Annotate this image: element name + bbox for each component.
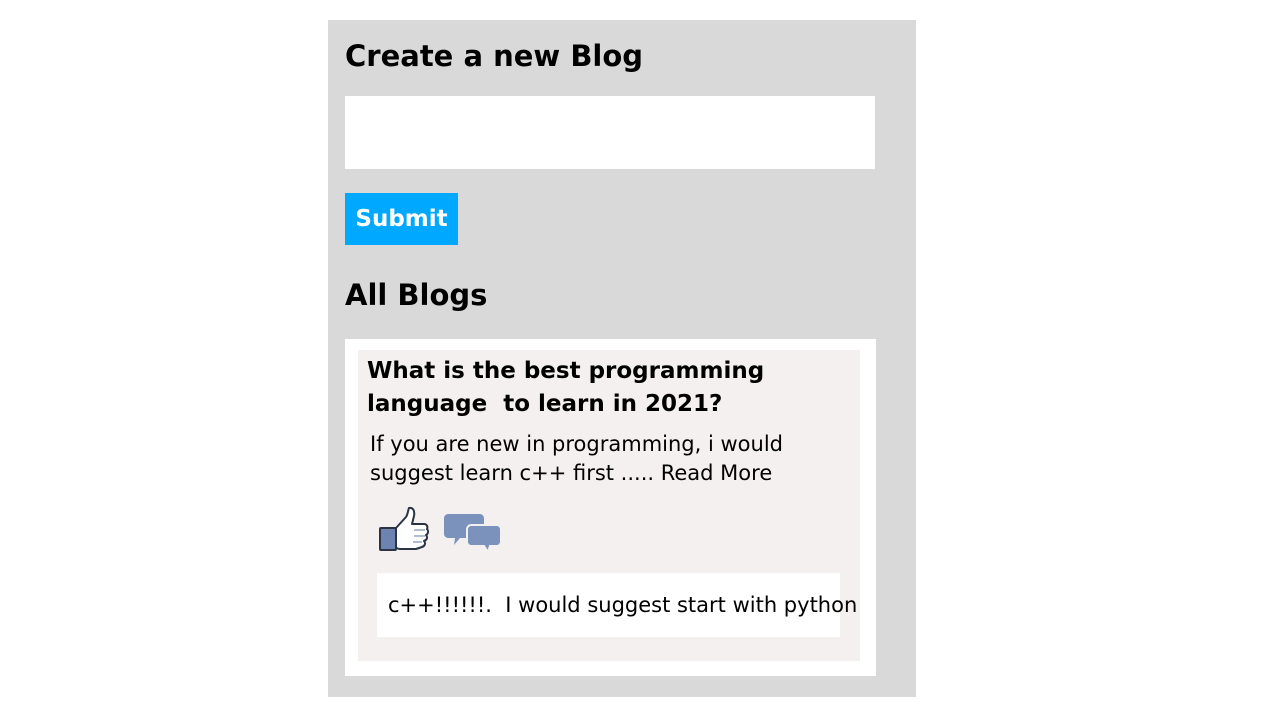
thumbs-up-icon[interactable] — [378, 506, 430, 553]
submit-button[interactable]: Submit — [345, 193, 458, 245]
blog-card: What is the best programming language to… — [358, 350, 860, 661]
read-more-link[interactable]: Read More — [661, 461, 773, 485]
comment-text: c++!!!!!!. I would suggest start with py… — [388, 593, 858, 617]
blog-panel: Create a new Blog Submit All Blogs What … — [328, 20, 916, 697]
comment: c++!!!!!!. I would suggest start with py… — [377, 573, 857, 637]
speech-bubbles-icon[interactable] — [444, 514, 503, 556]
blog-input[interactable] — [345, 96, 875, 169]
blog-title: What is the best programming language to… — [367, 358, 765, 417]
all-blogs-title: All Blogs — [345, 278, 488, 312]
create-blog-title: Create a new Blog — [345, 39, 644, 73]
blog-excerpt: If you are new in programming, i would s… — [370, 430, 854, 488]
blogs-list: What is the best programming language to… — [345, 339, 876, 676]
